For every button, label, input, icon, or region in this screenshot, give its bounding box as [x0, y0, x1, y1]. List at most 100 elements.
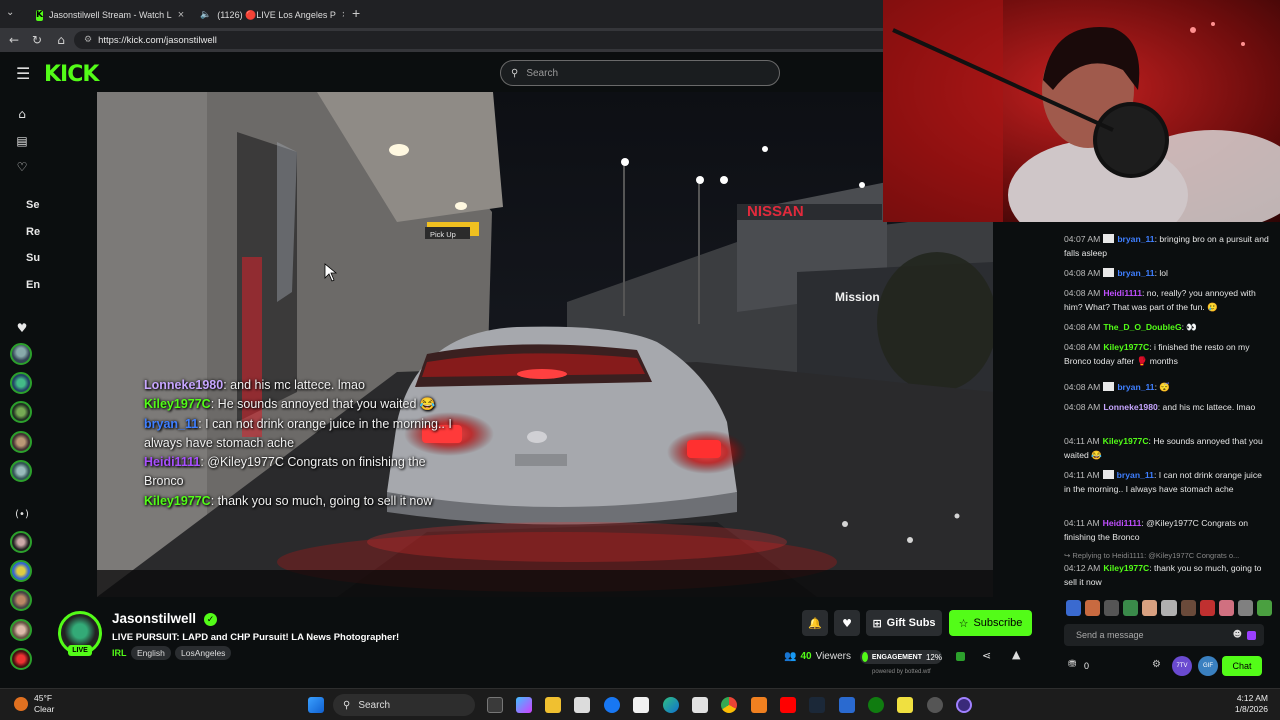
search-input[interactable]: ⚲ Search	[500, 60, 780, 86]
close-tab-icon[interactable]: ×	[178, 9, 184, 21]
chat-username[interactable]: Kiley1977C	[1103, 436, 1149, 446]
sticky-notes-icon[interactable]	[897, 697, 913, 713]
url-field[interactable]: ⚙ https://kick.com/jasonstilwell	[74, 31, 894, 49]
emote-icon[interactable]	[1085, 600, 1101, 616]
tab-kick[interactable]: K Jasonstilwell Stream - Watch L ×	[28, 4, 184, 26]
followed-channel-avatar[interactable]	[10, 401, 32, 423]
overlay-chat-line: Heidi1111: @Kiley1977C Congrats on finis…	[144, 453, 464, 492]
chat-username[interactable]: Heidi1111	[1103, 288, 1142, 298]
tab-youtube[interactable]: 🔈 (1126) 🔴LIVE Los Angeles P ×	[186, 4, 344, 26]
speaker-icon[interactable]: 🔈	[200, 10, 211, 20]
copilot-icon[interactable]	[516, 697, 532, 713]
stream-category[interactable]: IRL	[112, 648, 127, 658]
close-tab-icon[interactable]: ×	[342, 9, 344, 21]
sidebar-label-truncated[interactable]: En	[26, 279, 40, 291]
sidebar-label-truncated[interactable]: Se	[26, 199, 39, 211]
chat-settings-gear-icon[interactable]: ⚙	[1152, 659, 1161, 670]
chat-username[interactable]: Kiley1977C	[1103, 342, 1149, 352]
7tv-badge-icon[interactable]: 7TV	[1172, 656, 1192, 676]
powered-by-text[interactable]: powered by botted.wtf	[872, 669, 931, 675]
followed-channel-avatar[interactable]	[10, 460, 32, 482]
xbox-icon[interactable]	[868, 697, 884, 713]
chat-username[interactable]: bryan_11	[1117, 382, 1154, 392]
stream-tag[interactable]: LosAngeles	[175, 646, 232, 660]
following-heart-icon[interactable]: ♡	[14, 159, 30, 175]
emote-icon[interactable]	[1180, 600, 1196, 616]
recommended-channel-avatar[interactable]	[10, 648, 32, 670]
file-explorer-icon[interactable]	[545, 697, 561, 713]
chat-username[interactable]: Heidi1111	[1103, 518, 1142, 528]
channel-points-icon[interactable]: ⛃	[1068, 659, 1076, 670]
chrome-icon[interactable]	[721, 697, 737, 713]
message-timestamp: 04:12 AM	[1064, 563, 1101, 573]
chat-username[interactable]: Lonneke1980	[1103, 402, 1157, 412]
followed-channel-avatar[interactable]	[10, 372, 32, 394]
app-icon[interactable]	[839, 697, 855, 713]
back-icon[interactable]: ←	[6, 32, 22, 48]
message-timestamp: 04:08 AM	[1064, 342, 1101, 352]
emote-icon[interactable]	[1199, 600, 1215, 616]
system-clock[interactable]: 4:12 AM 1/8/2026	[1235, 693, 1268, 715]
followed-channel-avatar[interactable]	[10, 343, 32, 365]
task-view-icon[interactable]	[487, 697, 503, 713]
chat-username[interactable]: bryan_11	[1117, 268, 1154, 278]
viewer-count-number: 40	[800, 651, 812, 662]
microsoft-store-icon[interactable]	[574, 697, 590, 713]
channel-name[interactable]: Jasonstilwell	[112, 611, 196, 626]
edge-browser-icon[interactable]	[663, 697, 679, 713]
emote-icon[interactable]	[1256, 600, 1273, 616]
notification-bell-icon[interactable]: 🔔	[802, 610, 828, 636]
report-warning-icon[interactable]: ▲	[1012, 648, 1020, 661]
windows-start-icon[interactable]	[308, 697, 324, 713]
gift-subs-button[interactable]: ⊞ Gift Subs	[866, 610, 942, 636]
subscribe-button[interactable]: ☆ Subscribe	[949, 610, 1032, 636]
new-tab-icon[interactable]: +	[352, 5, 360, 21]
follow-heart-icon[interactable]: ♥	[834, 610, 860, 636]
chat-username[interactable]: bryan_11	[1117, 234, 1154, 244]
chat-send-button[interactable]: Chat	[1222, 656, 1262, 676]
reload-icon[interactable]: ↻	[29, 32, 45, 48]
send-message-input[interactable]: Send a message ☻	[1064, 624, 1264, 646]
emote-icon[interactable]	[1066, 600, 1082, 616]
followed-channel-avatar[interactable]	[10, 431, 32, 453]
steam-icon[interactable]	[809, 697, 825, 713]
app-active-icon[interactable]	[956, 697, 972, 713]
video-player[interactable]: NISSAN Mission Pick Up Lonneke1980: and …	[97, 92, 993, 597]
sidebar-label-truncated[interactable]: Su	[26, 252, 40, 264]
taskbar-search[interactable]: ⚲ Search	[333, 694, 475, 716]
recommended-channel-avatar[interactable]	[10, 531, 32, 553]
kick-emote-icon[interactable]	[1247, 630, 1256, 640]
emote-icon[interactable]	[1218, 600, 1234, 616]
chat-username[interactable]: bryan_11	[1117, 470, 1154, 480]
recommended-channel-avatar[interactable]	[10, 619, 32, 641]
home-icon[interactable]: ⌂	[14, 106, 30, 122]
kick-logo[interactable]: KICK	[44, 62, 99, 87]
weather-widget[interactable]: 45°F Clear	[14, 693, 54, 715]
hamburger-menu-icon[interactable]: ☰	[16, 64, 30, 83]
chat-username[interactable]: Kiley1977C	[1103, 563, 1149, 573]
gif-badge-icon[interactable]: GIF	[1198, 656, 1218, 676]
site-info-icon[interactable]: ⚙	[84, 35, 92, 45]
recommended-channel-avatar[interactable]	[10, 560, 32, 582]
obs-icon[interactable]	[927, 697, 943, 713]
browse-icon[interactable]: ▤	[14, 133, 30, 149]
vlc-icon[interactable]	[751, 697, 767, 713]
emote-icon[interactable]	[1104, 600, 1120, 616]
amazon-icon[interactable]	[633, 697, 649, 713]
chat-message: 04:08 AM Kiley1977C: i finished the resto…	[1064, 340, 1270, 368]
chat-username[interactable]: The_D_O_DoubleG	[1103, 322, 1181, 332]
emote-icon[interactable]	[1237, 600, 1253, 616]
stream-tag[interactable]: English	[131, 646, 171, 660]
calculator-icon[interactable]	[692, 697, 708, 713]
emote-icon[interactable]	[1161, 600, 1177, 616]
emote-icon[interactable]	[1123, 600, 1139, 616]
tab-list-chevron-icon[interactable]: ⌄	[6, 7, 14, 18]
emote-icon[interactable]	[1142, 600, 1158, 616]
sidebar-label-truncated[interactable]: Re	[26, 226, 40, 238]
youtube-icon[interactable]	[780, 697, 796, 713]
recommended-channel-avatar[interactable]	[10, 589, 32, 611]
home-icon[interactable]: ⌂	[53, 32, 69, 48]
emoji-picker-icon[interactable]: ☻	[1233, 630, 1242, 640]
share-icon[interactable]: ⋖	[982, 649, 991, 662]
facebook-icon[interactable]	[604, 697, 620, 713]
